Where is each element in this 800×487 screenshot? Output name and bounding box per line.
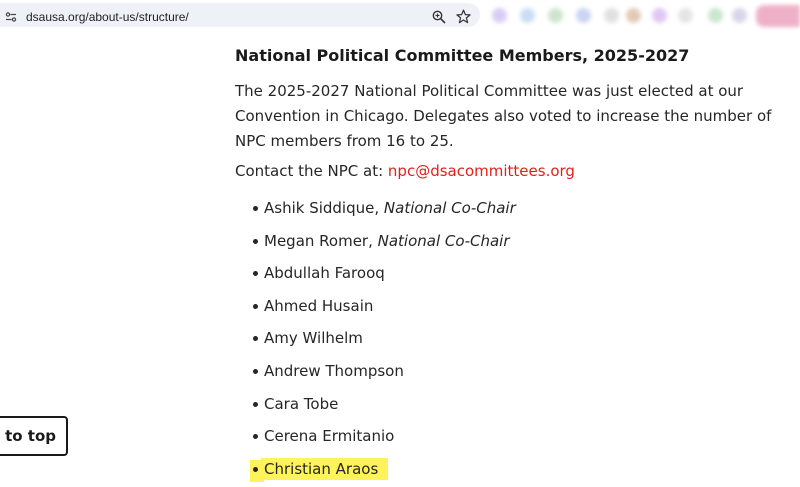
bullet: [253, 206, 258, 211]
address-bar[interactable]: dsausa.org/about-us/structure/: [0, 3, 480, 27]
member-item: Ashik Siddique, National Co-Chair: [235, 194, 516, 227]
bullet: [253, 401, 258, 407]
member-name: Cerena Ermitanio: [264, 427, 395, 446]
extension-icon[interactable]: [576, 8, 591, 23]
extension-icon[interactable]: [548, 8, 563, 23]
member-item: Cerena Ermitanio: [235, 422, 516, 455]
extension-icon[interactable]: [678, 8, 693, 23]
member-name: Abdullah Farooq: [264, 264, 385, 283]
member-name: Cara Tobe: [264, 394, 339, 413]
extension-icon[interactable]: [520, 8, 535, 23]
intro-paragraph: The 2025-2027 National Political Committ…: [235, 82, 772, 150]
extension-icon[interactable]: [604, 8, 619, 23]
bullet: [253, 238, 258, 244]
member-name: Amy Wilhelm: [264, 329, 363, 348]
browser-toolbar: dsausa.org/about-us/structure/: [0, 0, 800, 30]
zoom-icon[interactable]: [432, 10, 446, 24]
member-item: Andrew Thompson: [235, 357, 516, 390]
member-name: Andrew Thompson: [264, 361, 404, 380]
member-name: Ahmed Husain: [264, 296, 374, 315]
npc-heading: National Political Committee Members, 20…: [235, 46, 690, 65]
member-item: Amy Wilhelm: [235, 324, 516, 357]
bullet: [253, 336, 258, 342]
contact-email-link[interactable]: npc@dsacommittees.org: [388, 162, 575, 180]
site-info-icon[interactable]: [5, 11, 17, 23]
extension-icon[interactable]: [492, 8, 507, 23]
bullet: [253, 303, 258, 309]
back-to-top-label: ck to top: [0, 427, 56, 445]
bullet: [253, 271, 258, 277]
extension-icon[interactable]: [626, 8, 641, 23]
member-item: Ahmed Husain: [235, 292, 516, 325]
bullet: [253, 434, 258, 440]
bookmark-star-icon[interactable]: [456, 9, 471, 24]
extension-icon[interactable]: [652, 8, 667, 23]
extensions-toolbar: [486, 5, 800, 27]
back-to-top-button[interactable]: ck to top: [0, 416, 68, 456]
member-role: National Co-Chair: [377, 231, 510, 250]
member-item: Abdullah Farooq: [235, 259, 516, 292]
member-name: Megan Romer,: [264, 231, 378, 250]
bullet: [253, 466, 258, 472]
contact-label: Contact the NPC at:: [235, 162, 388, 180]
members-list: Ashik Siddique, National Co-Chair Megan …: [235, 194, 516, 487]
member-item: Cara Tobe: [235, 390, 516, 423]
profile-avatar[interactable]: [756, 5, 800, 27]
main-content: National Political Committee Members, 20…: [235, 44, 800, 482]
member-role: National Co-Chair: [383, 199, 516, 217]
extension-icon[interactable]: [708, 8, 723, 23]
contact-line: Contact the NPC at: npc@dsacommittees.or…: [235, 159, 575, 184]
member-name: Ashik Siddique,: [264, 199, 384, 217]
member-name: Christian Araos: [261, 457, 389, 480]
bullet: [253, 368, 258, 374]
url-text[interactable]: dsausa.org/about-us/structure/: [26, 10, 189, 24]
member-item-highlighted: Christian Araos: [235, 455, 516, 487]
member-item: Megan Romer, National Co-Chair: [235, 227, 516, 260]
extension-icon[interactable]: [732, 8, 747, 23]
